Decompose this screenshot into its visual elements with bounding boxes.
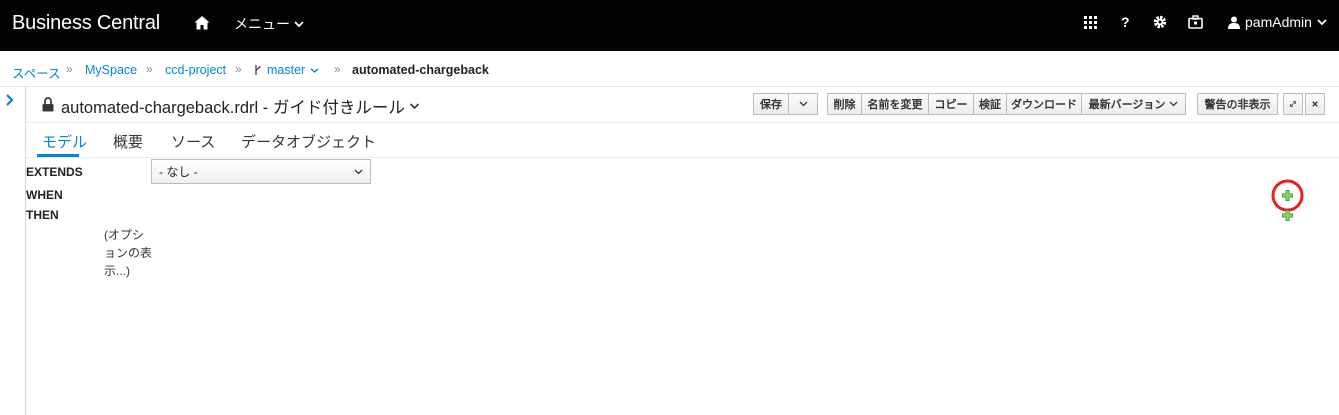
active-tab-indicator [37,154,79,157]
close-editor-button[interactable] [1305,93,1325,115]
add-action-button[interactable] [1281,209,1294,222]
save-button-group: 保存 [753,93,818,115]
hide-warnings-button[interactable]: 警告の非表示 [1197,93,1278,115]
gear-icon[interactable] [1153,15,1167,29]
extends-select[interactable]: - なし - [151,159,371,184]
left-rail [0,87,26,415]
branch-name: master [267,63,306,77]
branch-icon [255,65,261,75]
tab-model[interactable]: モデル [42,131,87,152]
asset-title-dropdown[interactable]: automated-chargeback.rdrl - ガイド付きルール [61,94,420,118]
extends-selected-value: - なし - [159,165,198,179]
chevron-down-icon [799,101,807,107]
save-options-button[interactable] [788,93,818,115]
then-label: THEN [26,208,59,222]
breadcrumb-project[interactable]: ccd-project [165,63,226,77]
breadcrumb-branch-dropdown[interactable]: master [254,63,319,77]
chevron-down-icon [354,169,363,174]
home-icon[interactable] [193,14,211,32]
window-controls [1283,93,1325,115]
latest-version-dropdown[interactable]: 最新バージョン [1081,93,1186,115]
breadcrumb-myspace[interactable]: MySpace [85,63,137,77]
breadcrumb: スペース » MySpace » ccd-project » master » … [0,51,1339,87]
chevron-down-icon [1169,101,1178,107]
brand-title[interactable]: Business Central [12,12,160,35]
main-menu-label: メニュー [234,16,290,32]
top-navbar: Business Central メニュー ? pamAdmin [0,0,1339,51]
editor-title-bar: automated-chargeback.rdrl - ガイド付きルール 保存 … [26,87,1339,123]
help-icon[interactable]: ? [1121,14,1130,30]
copy-button[interactable]: コピー [928,93,974,115]
expand-icon [1290,101,1296,107]
extends-label: EXTENDS [26,165,83,179]
options-text-line: ョンの表 [104,246,153,260]
add-condition-button[interactable] [1271,179,1304,212]
latest-version-label: 最新バージョン [1088,99,1166,111]
download-button[interactable]: ダウンロード [1006,93,1082,115]
breadcrumb-separator: » [334,62,341,76]
main-menu-dropdown[interactable]: メニュー [234,14,304,34]
lock-icon [42,97,54,112]
breadcrumb-separator: » [235,62,242,76]
tab-source[interactable]: ソース [171,131,215,152]
when-label: WHEN [26,188,63,202]
user-icon [1228,16,1240,29]
close-icon [1312,101,1318,107]
chevron-down-icon [1317,19,1327,26]
chevron-down-icon [294,21,304,28]
warnings-group: 警告の非表示 [1197,93,1278,115]
asset-title: automated-chargeback.rdrl - ガイド付きルール [61,99,405,117]
tab-data-objects[interactable]: データオブジェクト [241,131,376,152]
show-options-link[interactable]: (オプシ ョンの表 示...) [104,226,156,280]
angle-right-icon[interactable] [3,93,17,107]
delete-button[interactable]: 削除 [827,93,862,115]
tab-overview[interactable]: 概要 [113,131,143,152]
chevron-down-icon [310,67,319,73]
breadcrumb-spaces[interactable]: スペース [12,63,61,82]
briefcase-icon[interactable] [1188,15,1203,29]
plus-icon [1282,190,1293,201]
rename-button[interactable]: 名前を変更 [861,93,929,115]
chevron-down-icon [409,103,419,110]
grid-icon[interactable] [1084,16,1097,29]
plus-icon [1282,210,1293,221]
options-text-line: 示...) [104,264,130,278]
user-menu-dropdown[interactable]: pamAdmin [1228,14,1327,30]
user-name: pamAdmin [1245,14,1312,30]
breadcrumb-separator: » [146,62,153,76]
file-actions-group: 削除 名前を変更 コピー 検証 ダウンロード 最新バージョン [827,93,1186,115]
save-button[interactable]: 保存 [753,93,789,115]
options-text-line: (オプシ [104,228,144,242]
breadcrumb-current-asset: automated-chargeback [352,63,489,77]
maximize-button[interactable] [1283,93,1303,115]
breadcrumb-separator: » [66,62,73,76]
validate-button[interactable]: 検証 [973,93,1007,115]
editor-tabs: モデル 概要 ソース データオブジェクト [26,123,1339,158]
